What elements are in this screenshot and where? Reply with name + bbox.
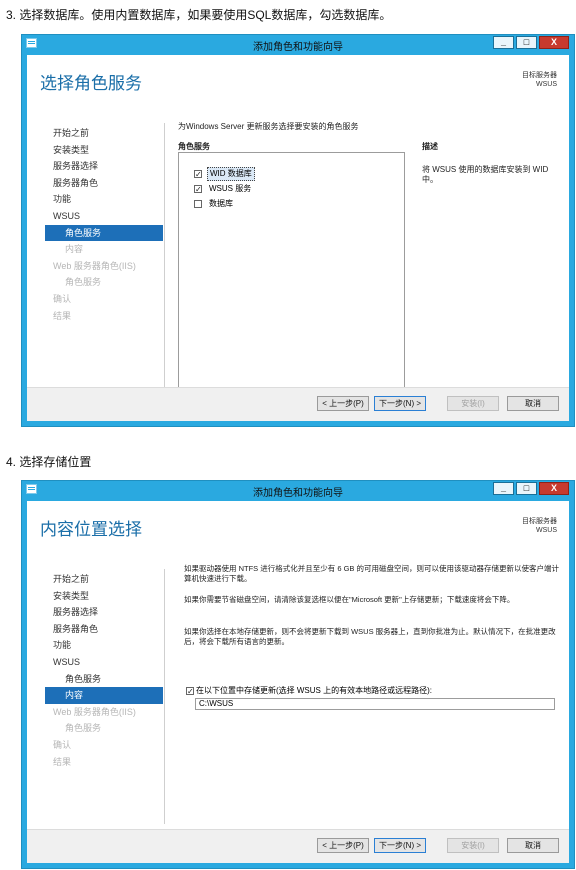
content-path-input[interactable]: C:\WSUS <box>195 698 555 710</box>
disk-space-info-text: 如果你需要节省磁盘空间，请清除该复选框以便在"Microsoft 更新"上存储更… <box>184 595 515 604</box>
nav-item[interactable]: 功能 <box>45 637 163 654</box>
next-button[interactable]: 下一步(N) > <box>374 838 426 853</box>
nav-item[interactable]: 确认 <box>45 737 163 754</box>
store-updates-checkbox[interactable]: ✓ <box>186 686 194 695</box>
nav-item[interactable]: 功能 <box>45 191 163 208</box>
wizard-nav: 开始之前 安装类型 服务器选择 服务器角色 功能 WSUS 角色服务 内容 Web 服务器角色(… <box>45 125 163 324</box>
nav-item[interactable]: 开始之前 <box>45 125 163 142</box>
nav-item[interactable]: 内容 <box>45 687 163 704</box>
nav-divider <box>164 123 165 393</box>
store-updates-label: 在以下位置中存储更新(选择 WSUS 上的有效本地路径或远程路径): <box>196 686 432 695</box>
destination-server-label: 目标服务器 <box>522 518 557 525</box>
wizard-nav: 开始之前 安装类型 服务器选择 服务器角色 功能 WSUS 角色服务 内容 Web 服务器角色(… <box>45 571 163 770</box>
nav-item[interactable]: 安装类型 <box>45 588 163 605</box>
cancel-button[interactable]: 取消 <box>507 838 559 853</box>
install-button[interactable]: 安装(I) <box>447 838 499 853</box>
nav-item[interactable]: 角色服务 <box>45 671 163 688</box>
title-bar: 添加角色和功能向导 _ □ X <box>22 481 574 499</box>
nav-item[interactable]: 服务器选择 <box>45 604 163 621</box>
nav-item[interactable]: 角色服务 <box>45 274 163 291</box>
wizard-window-content-location: 添加角色和功能向导 _ □ X 内容位置选择 目标服务器 WSUS 开始之前 安装… <box>21 480 575 869</box>
destination-server: 目标服务器 WSUS <box>522 71 557 89</box>
role-services-list[interactable]: ✓ WID 数据库 ✓ WSUS 服务 数据库 <box>178 152 405 418</box>
nav-item[interactable]: 安装类型 <box>45 142 163 159</box>
nav-item[interactable]: 结果 <box>45 308 163 325</box>
description-header: 描述 <box>422 142 438 151</box>
intro-text: 为Windows Server 更新服务选择要安装的角色服务 <box>178 122 359 131</box>
nav-item[interactable]: 服务器角色 <box>45 175 163 192</box>
wizard-content: 内容位置选择 目标服务器 WSUS 开始之前 安装类型 服务器选择 服务器角色 功能 WS… <box>27 501 569 863</box>
checkbox[interactable]: ✓ <box>194 170 202 179</box>
close-button[interactable]: X <box>539 36 569 49</box>
ntfs-info-text: 如果驱动器使用 NTFS 进行格式化并且至少有 6 GB 的可用磁盘空间，则可以… <box>184 564 560 583</box>
maximize-button[interactable]: □ <box>516 36 537 49</box>
service-label: WSUS 服务 <box>209 184 252 193</box>
service-wsus[interactable]: ✓ WSUS 服务 <box>194 183 253 195</box>
local-store-info-text: 如果你选择在本地存储更新，则不会将更新下载到 WSUS 服务器上，直到你批准为止… <box>184 627 556 646</box>
step-4-caption: 4. 选择存储位置 <box>6 455 92 469</box>
nav-item[interactable]: 角色服务 <box>45 224 163 242</box>
nav-item[interactable]: Web 服务器角色(IIS) <box>45 704 163 721</box>
nav-item[interactable]: 角色服务 <box>45 720 163 737</box>
wizard-footer: < 上一步(P) 下一步(N) > 安装(I) 取消 <box>27 387 569 421</box>
nav-item[interactable]: 确认 <box>45 291 163 308</box>
service-database[interactable]: 数据库 <box>194 198 235 210</box>
title-bar: 添加角色和功能向导 _ □ X <box>22 35 574 53</box>
role-services-header: 角色服务 <box>178 142 210 151</box>
window-title: 添加角色和功能向导 <box>253 42 343 53</box>
wizard-window-role-services: 添加角色和功能向导 _ □ X 选择角色服务 目标服务器 WSUS 开始之前 安装… <box>21 34 575 427</box>
previous-button[interactable]: < 上一步(P) <box>317 838 369 853</box>
minimize-button[interactable]: _ <box>493 482 514 495</box>
nav-item[interactable]: 结果 <box>45 754 163 771</box>
nav-item[interactable]: WSUS <box>45 654 163 671</box>
store-updates-option[interactable]: ✓ 在以下位置中存储更新(选择 WSUS 上的有效本地路径或远程路径): <box>186 685 432 696</box>
page-title: 内容位置选择 <box>40 520 142 539</box>
page-title: 选择角色服务 <box>40 74 142 93</box>
description-text: 将 WSUS 使用的数据库安装到 WID 中。 <box>422 165 549 184</box>
nav-item[interactable]: 服务器角色 <box>45 621 163 638</box>
minimize-button[interactable]: _ <box>493 36 514 49</box>
nav-item[interactable]: WSUS <box>45 208 163 225</box>
wizard-content: 选择角色服务 目标服务器 WSUS 开始之前 安装类型 服务器选择 服务器角色 功能 WS… <box>27 55 569 421</box>
service-label: WID 数据库 <box>207 167 255 181</box>
close-button[interactable]: X <box>539 482 569 495</box>
destination-server-label: 目标服务器 <box>522 72 557 79</box>
cancel-button[interactable]: 取消 <box>507 396 559 411</box>
nav-item[interactable]: 内容 <box>45 241 163 258</box>
checkbox[interactable] <box>194 200 202 208</box>
nav-item[interactable]: 服务器选择 <box>45 158 163 175</box>
window-title: 添加角色和功能向导 <box>253 488 343 499</box>
next-button[interactable]: 下一步(N) > <box>374 396 426 411</box>
nav-divider <box>164 569 165 824</box>
service-wid-database[interactable]: ✓ WID 数据库 <box>194 167 255 181</box>
wizard-footer: < 上一步(P) 下一步(N) > 安装(I) 取消 <box>27 829 569 863</box>
previous-button[interactable]: < 上一步(P) <box>317 396 369 411</box>
checkbox[interactable]: ✓ <box>194 185 202 194</box>
destination-server-name: WSUS <box>536 81 557 88</box>
maximize-button[interactable]: □ <box>516 482 537 495</box>
nav-item[interactable]: Web 服务器角色(IIS) <box>45 258 163 275</box>
nav-item[interactable]: 开始之前 <box>45 571 163 588</box>
install-button[interactable]: 安装(I) <box>447 396 499 411</box>
destination-server-name: WSUS <box>536 527 557 534</box>
step-3-caption: 3. 选择数据库。使用内置数据库，如果要使用SQL数据库，勾选数据库。 <box>6 8 392 22</box>
destination-server: 目标服务器 WSUS <box>522 517 557 535</box>
service-label: 数据库 <box>209 199 233 208</box>
